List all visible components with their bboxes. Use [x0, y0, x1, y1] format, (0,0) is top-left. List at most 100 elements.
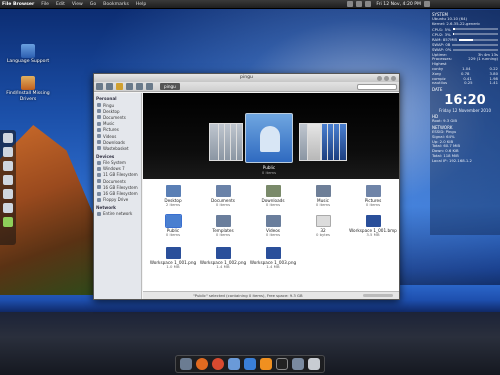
minimize-button[interactable] [377, 75, 382, 81]
process-cpu: 0.25 [464, 81, 473, 86]
coverflow-view[interactable]: Public 0 items [143, 93, 399, 179]
file-size: 0 items [165, 232, 181, 237]
bookmark-icon[interactable] [116, 83, 123, 90]
sidebar-header-network: Network [96, 204, 116, 210]
firefox-icon[interactable] [196, 358, 208, 370]
sidebar-item-label: 11 GB Filesystem [103, 172, 138, 178]
net-line: Local IP: 192.168.1.2 [432, 159, 498, 164]
launcher-item-icon[interactable] [3, 133, 13, 143]
mail-icon[interactable] [365, 1, 372, 7]
forward-icon[interactable] [106, 83, 113, 90]
file-size: 0 items [265, 232, 281, 237]
file-item-32[interactable]: 32 0 bytes [298, 215, 348, 238]
zoom-slider[interactable] [363, 294, 393, 297]
power-icon[interactable] [424, 1, 430, 7]
edit-icon[interactable] [146, 83, 153, 90]
maximize-button[interactable] [384, 75, 389, 81]
file-item-workspace-bmp[interactable]: Workspace 1_001.bmp 3.5 MB [348, 215, 398, 238]
desktop-icon-drivers[interactable]: Find/Install Missing Drivers [4, 76, 52, 103]
text-file-icon [315, 215, 331, 227]
terminal-icon[interactable] [276, 358, 288, 370]
file-item-pictures[interactable]: Pictures 0 items [348, 185, 398, 208]
folder-icon [97, 115, 101, 120]
menu-view[interactable]: View [72, 2, 83, 7]
volume-icon[interactable] [356, 1, 363, 7]
coverflow-selected-folder[interactable] [245, 113, 293, 163]
breadcrumb[interactable]: pingu [160, 83, 180, 90]
videos-icon [97, 134, 101, 139]
coverflow-card[interactable] [339, 123, 347, 161]
file-size: 0 items [365, 202, 381, 207]
close-button[interactable] [391, 75, 396, 81]
coverflow-card[interactable] [209, 123, 219, 161]
floppy-icon [97, 197, 101, 202]
menu-bookmarks[interactable]: Bookmarks [103, 2, 129, 7]
file-item-music[interactable]: Music 0 items [298, 185, 348, 208]
net-value: Local IP: 192.168.1.2 [432, 158, 472, 163]
trash-icon[interactable] [308, 358, 320, 370]
file-size: 0 items [265, 202, 281, 207]
pictures-icon [97, 127, 101, 132]
dropbox-icon[interactable] [244, 358, 256, 370]
file-item-workspace-1[interactable]: Workspace 1_001.png 1.0 MB [148, 247, 198, 270]
processes-value: 229 (1 running) [468, 57, 498, 62]
left-launcher [0, 130, 16, 245]
panel-app-name[interactable]: File Browser [2, 2, 34, 7]
launcher-item-icon[interactable] [3, 203, 13, 213]
sidebar-item-device[interactable]: Floppy Drive [95, 197, 140, 203]
file-size: 2 items [165, 202, 181, 207]
file-item-public[interactable]: Public 0 items [148, 214, 198, 238]
desktop-icon-label: Find/Install Missing Drivers [6, 91, 50, 102]
launcher-item-icon[interactable] [3, 147, 13, 157]
home-icon[interactable] [126, 83, 133, 90]
coverflow-card[interactable] [307, 123, 321, 161]
sidebar-item-wastebasket[interactable]: Wastebasket [95, 145, 140, 151]
process-name: nautilus [432, 81, 448, 86]
pidgin-icon[interactable] [228, 358, 240, 370]
file-browser-window: pingu pingu Personal Pingu Desktop Docum… [93, 73, 400, 300]
menu-edit[interactable]: Edit [56, 2, 65, 7]
update-icon[interactable] [212, 358, 224, 370]
file-item-workspace-2[interactable]: Workspace 1_002.png 1.4 MB [198, 247, 248, 270]
search-input[interactable] [357, 83, 397, 90]
sidebar-item-label: Documents [103, 178, 126, 184]
launcher-item-icon[interactable] [3, 189, 13, 199]
file-item-downloads[interactable]: Downloads 0 items [248, 185, 298, 208]
menu-help[interactable]: Help [136, 2, 146, 7]
file-item-videos[interactable]: Videos 0 items [248, 215, 298, 238]
back-icon[interactable] [96, 83, 103, 90]
home-folder-icon[interactable] [180, 358, 192, 370]
sidebar-item-label: Desktop [103, 108, 120, 114]
search-icon[interactable] [136, 83, 143, 90]
launcher-item-icon[interactable] [3, 161, 13, 171]
panel-clock[interactable]: Fri 12 Nov, 4:20 PM [376, 2, 421, 7]
file-size: 3.5 MB [366, 232, 380, 237]
file-item-templates[interactable]: Templates 0 items [198, 215, 248, 238]
desktop-icon-language-support[interactable]: Language Support [4, 44, 52, 65]
file-item-documents[interactable]: Documents 0 items [198, 185, 248, 208]
sidebar-item-network[interactable]: Entire network [95, 211, 140, 217]
process-mem: 1.41 [489, 81, 498, 86]
meter-fill [452, 33, 455, 36]
sidebar-item-label: Documents [103, 114, 126, 120]
window-titlebar[interactable]: pingu [94, 74, 399, 82]
file-item-desktop[interactable]: Desktop 2 items [148, 185, 198, 208]
file-item-workspace-3[interactable]: Workspace 1_003.png 1.4 MB [248, 247, 298, 270]
folder-icon [164, 214, 182, 228]
menu-go[interactable]: Go [90, 2, 96, 7]
network-icon[interactable] [347, 1, 354, 7]
drive-icon [97, 166, 101, 171]
file-browser-icon[interactable] [292, 358, 304, 370]
sidebar-item-label: Music [103, 121, 115, 127]
folder-icon [265, 185, 281, 197]
toolbar: pingu [94, 82, 399, 92]
vlc-icon[interactable] [260, 358, 272, 370]
hd-line: Root: 9.3 GiB [432, 119, 498, 124]
menu-file[interactable]: File [41, 2, 49, 7]
image-thumbnail-icon [365, 215, 381, 227]
status-bar: "Public" selected (containing 0 items), … [143, 291, 399, 299]
sidebar-item-label: File System [103, 160, 126, 166]
launcher-item-icon[interactable] [3, 217, 13, 227]
launcher-item-icon[interactable] [3, 175, 13, 185]
drive-icon [97, 179, 101, 184]
